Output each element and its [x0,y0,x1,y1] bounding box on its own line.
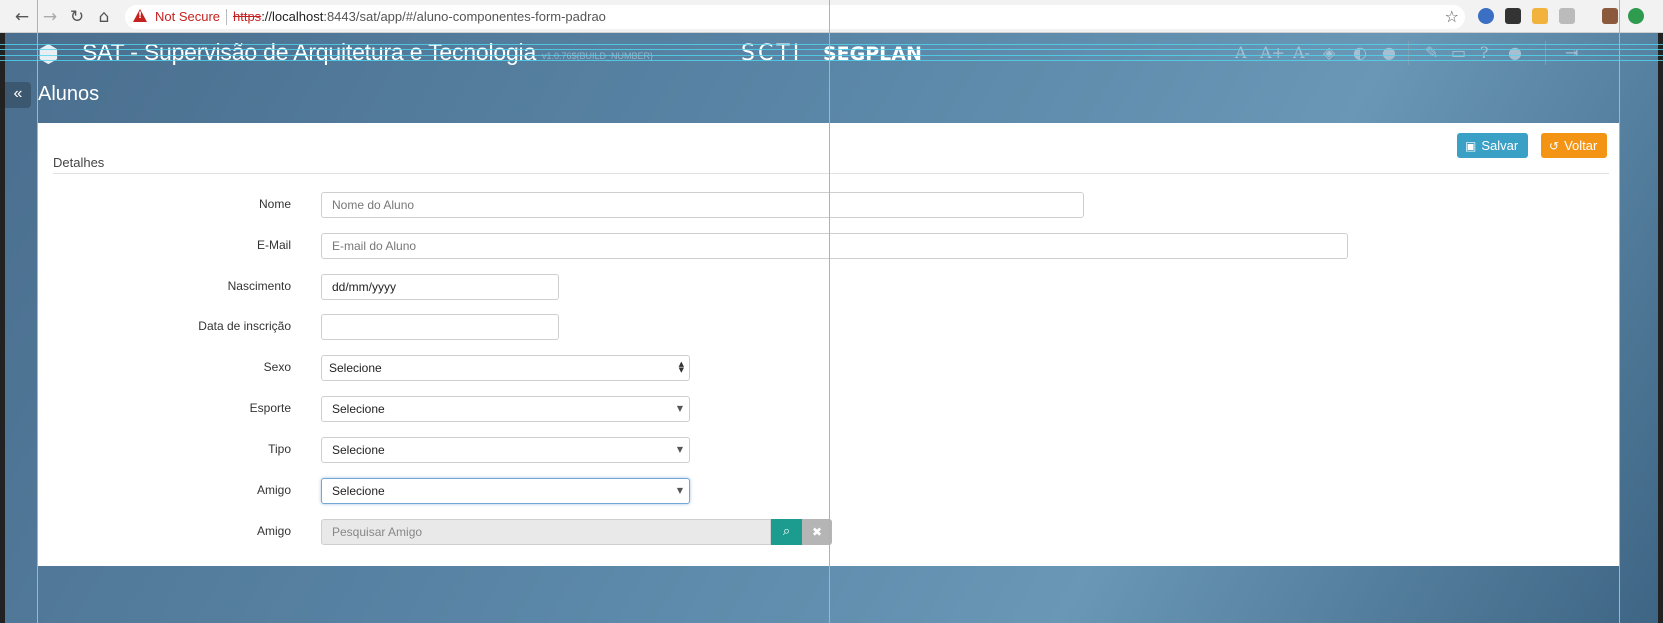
avatar[interactable] [1602,8,1618,24]
guide-line [829,0,830,623]
amigo-label: Amigo [256,483,291,497]
warning-icon [133,9,147,22]
extension-selenium-icon[interactable] [1505,8,1521,24]
nome-label: Nome [258,197,291,211]
divider [53,173,1609,174]
browser-toolbar: ← → ↻ ⌂ Not Secure https://localhost:844… [0,0,1663,33]
security-status[interactable]: Not Secure [155,9,220,24]
back-button[interactable]: ↺ Voltar [1541,133,1608,158]
reload-icon[interactable]: ↻ [67,7,87,27]
amigo-selected: Selecione [332,484,385,498]
chevron-down-icon: ▼ [676,404,683,413]
url-text[interactable]: https://localhost:8443/sat/app/#/aluno-c… [233,9,606,24]
double-chevron-left-icon[interactable]: « [5,82,31,108]
guide-line [0,49,1663,50]
guide-line [37,0,38,623]
close-icon: ✖ [811,525,823,539]
nascimento-label: Nascimento [227,279,291,293]
update-icon[interactable] [1628,8,1644,24]
inscricao-label: Data de inscrição [198,319,291,333]
separator [226,9,227,25]
sexo-label: Sexo [263,360,291,374]
extension-notes-icon[interactable] [1532,8,1548,24]
tipo-label: Tipo [268,442,291,456]
amigo-search-input[interactable]: Pesquisar Amigo [321,519,771,545]
nome-input[interactable]: Nome do Aluno [321,192,1084,218]
email-input[interactable]: E-mail do Aluno [321,233,1348,259]
inscricao-date-input[interactable] [321,314,559,340]
updown-arrows-icon: ▲ ▼ [678,360,684,374]
email-label: E-Mail [256,238,291,252]
search-button[interactable]: ⌕ [771,519,802,545]
amigo-select[interactable]: Selecione ▼ [321,478,690,504]
guide-line [0,60,1663,61]
home-icon[interactable]: ⌂ [94,7,114,27]
chevron-down-icon: ▼ [676,445,683,454]
esporte-selected: Selecione [332,402,385,416]
chevron-down-icon: ▼ [676,486,683,495]
tipo-selected: Selecione [332,443,385,457]
sexo-select[interactable]: Selecione ▲ ▼ [321,355,690,381]
undo-icon: ↺ [1549,139,1560,153]
search-icon: ⌕ [782,524,791,539]
floppy-disk-icon: ▣ [1465,139,1477,153]
app-header: ⬢ SAT - Supervisão de Arquitetura e Tecn… [5,33,1658,75]
nascimento-date-input[interactable]: dd/mm/yyyy [321,274,559,300]
app-container: ⬢ SAT - Supervisão de Arquitetura e Tecn… [5,33,1658,623]
amigo-search-label: Amigo [256,524,291,538]
guide-line [1619,0,1620,623]
save-button[interactable]: ▣ Salvar [1457,133,1529,158]
esporte-label: Esporte [249,401,291,415]
guide-line [0,55,1663,56]
arrow-right-icon[interactable]: → [40,7,60,27]
guide-line [0,44,1663,45]
clear-button[interactable]: ✖ [802,519,832,545]
arrow-left-icon[interactable]: ← [12,7,32,27]
address-bar[interactable]: Not Secure https://localhost:8443/sat/ap… [125,5,1465,29]
sexo-selected: Selecione [329,361,382,375]
extension-globe-icon[interactable] [1478,8,1494,24]
star-icon[interactable]: ☆ [1445,7,1459,27]
esporte-select[interactable]: Selecione ▼ [321,396,690,422]
extension-pen-icon[interactable] [1559,8,1575,24]
tipo-select[interactable]: Selecione ▼ [321,437,690,463]
page-title: Alunos [38,83,100,105]
segplan-logo: SEGPLAN [823,43,922,65]
section-title: Detalhes [53,155,105,170]
